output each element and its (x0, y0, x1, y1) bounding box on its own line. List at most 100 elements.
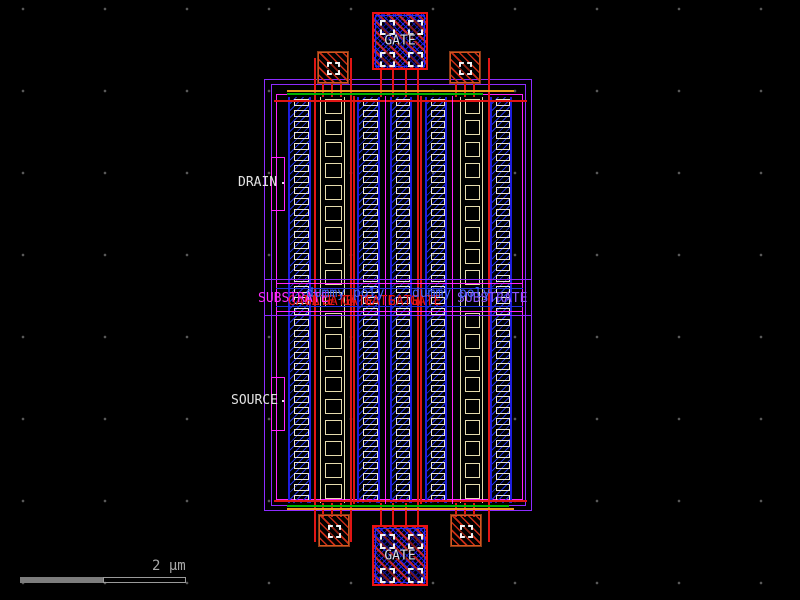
contact-square (363, 385, 378, 392)
contact-square (396, 264, 410, 271)
contact-square (363, 242, 378, 249)
contact-square (431, 473, 445, 480)
contact-square (431, 220, 445, 227)
drain-net-label[interactable]: DRAIN (238, 176, 277, 189)
contact-square (396, 198, 410, 205)
contact-square (396, 484, 410, 491)
contact-square (431, 121, 445, 128)
implant-edge-top-line[interactable] (287, 90, 514, 92)
active-edge-line[interactable] (287, 505, 509, 507)
contact-square (294, 363, 309, 370)
via-square (465, 484, 480, 500)
contact-square (294, 396, 309, 403)
contact-square (363, 253, 378, 260)
contact-square (496, 440, 510, 447)
contact-square (363, 374, 378, 381)
gate-pad-top[interactable]: GATE (372, 12, 428, 70)
contact-square (496, 209, 510, 216)
layout-canvas[interactable]: GATE GATE GATE GATE GATE GATE GATE GATE GATE D… (0, 0, 800, 600)
band-purple-line[interactable] (264, 279, 532, 280)
contact-square (363, 330, 378, 337)
contact-square (294, 143, 309, 150)
via-square (465, 420, 480, 435)
contact-square (294, 209, 309, 216)
contact-square (431, 462, 445, 469)
poly-pad-top-left[interactable] (317, 51, 349, 84)
via-square (465, 227, 480, 243)
contact-square (396, 132, 410, 139)
contact-square (396, 231, 410, 238)
poly-pad-top-right[interactable] (449, 51, 481, 84)
via-square (465, 184, 480, 200)
contact-square (396, 473, 410, 480)
via-square (380, 52, 395, 67)
contact-square (496, 264, 510, 271)
contact-square (294, 154, 309, 161)
via-square (465, 163, 480, 179)
contact-square (496, 363, 510, 370)
contact-square (294, 462, 309, 469)
via-square (465, 120, 480, 136)
contact-square (496, 407, 510, 414)
contact-square (363, 165, 378, 172)
via-square (327, 62, 340, 75)
poly-pad-bottom-right[interactable] (450, 514, 482, 547)
contact-square (363, 396, 378, 403)
scale-bar-filled-segment (20, 577, 103, 583)
contact-square (396, 154, 410, 161)
dummy-poly-label-left[interactable]: dummy poly (306, 287, 384, 300)
contact-square (363, 231, 378, 238)
via-square (465, 141, 480, 157)
via-square (325, 184, 342, 200)
gate-pad-bottom[interactable]: GATE (372, 525, 428, 586)
contact-square (363, 220, 378, 227)
via-square (325, 420, 342, 435)
contact-square (294, 385, 309, 392)
label-origin-dot (282, 400, 284, 402)
contact-square (363, 143, 378, 150)
poly-pad-bottom-left[interactable] (318, 514, 350, 547)
contact-square (431, 143, 445, 150)
contact-square (363, 209, 378, 216)
via-square (325, 377, 342, 393)
contact-square (496, 374, 510, 381)
band-purple-line[interactable] (264, 315, 532, 316)
contact-square (431, 374, 445, 381)
band-magenta-line[interactable] (276, 311, 523, 312)
contact-square (294, 407, 309, 414)
contact-square (294, 319, 309, 326)
contact-square (363, 462, 378, 469)
implant-edge-top-line[interactable] (287, 508, 514, 510)
band-magenta-line[interactable] (276, 283, 523, 284)
contact-square (496, 110, 510, 117)
contact-square (496, 319, 510, 326)
contact-square (396, 418, 410, 425)
contact-square (496, 242, 510, 249)
via-square (325, 398, 342, 414)
contact-square (431, 330, 445, 337)
contact-square (431, 176, 445, 183)
contact-square (363, 121, 378, 128)
contact-square (396, 187, 410, 194)
contact-square (431, 341, 445, 348)
contact-square (396, 143, 410, 150)
poly-gate-ring[interactable] (274, 100, 527, 102)
via-square (380, 568, 395, 583)
contact-square (496, 165, 510, 172)
contact-square (363, 473, 378, 480)
contact-square (363, 363, 378, 370)
source-net-label[interactable]: SOURCE (231, 394, 278, 407)
via-square (465, 377, 480, 393)
contact-square (363, 110, 378, 117)
contact-square (363, 187, 378, 194)
contact-square (396, 165, 410, 172)
contact-square (363, 198, 378, 205)
dummy-poly-label-right[interactable]: dummy poly (412, 287, 490, 300)
poly-gate-ring[interactable] (274, 500, 527, 502)
contact-square (294, 176, 309, 183)
contact-square (496, 429, 510, 436)
contact-square (294, 165, 309, 172)
active-edge-line[interactable] (287, 93, 483, 95)
contact-square (496, 352, 510, 359)
contact-square (496, 132, 510, 139)
